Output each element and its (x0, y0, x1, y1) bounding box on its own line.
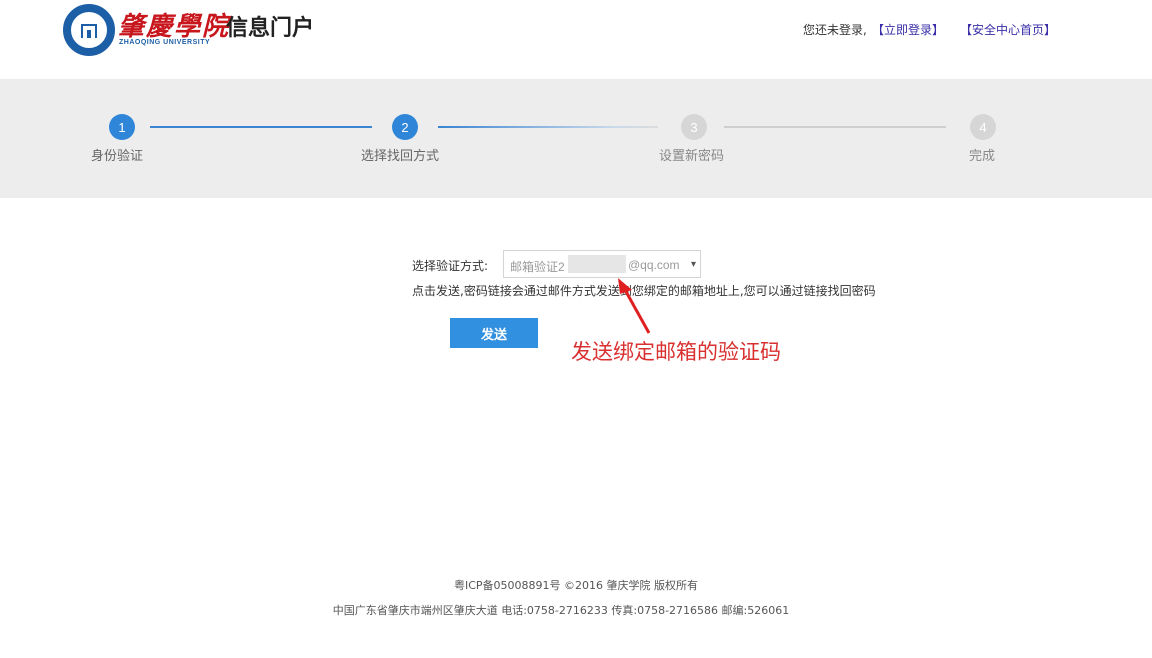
step-2-circle: 2 (392, 114, 418, 140)
verification-method-label: 选择验证方式: (412, 259, 489, 273)
step-connector (724, 126, 946, 128)
step-3-circle: 3 (681, 114, 707, 140)
login-link[interactable]: 【立即登录】 (872, 21, 944, 38)
verification-method-row: 选择验证方式: 邮箱验证2 @qq.com ▾ (0, 250, 1152, 278)
redacted-email-blur (568, 255, 626, 273)
university-logo-icon (63, 4, 115, 56)
select-value-suffix: @qq.com (628, 258, 680, 272)
security-center-home-link[interactable]: 【安全中心首页】 (960, 21, 1056, 38)
step-1-circle: 1 (109, 114, 135, 140)
step-4-label: 完成 (969, 149, 996, 164)
step-connector (150, 126, 372, 128)
brand-name-cn: 肇慶學院 (118, 12, 231, 42)
step-1-label: 身份验证 (91, 149, 144, 164)
select-value-prefix: 邮箱验证2 (510, 260, 565, 274)
annotation-arrow-icon (618, 278, 651, 334)
step-4-circle: 4 (970, 114, 996, 140)
step-2-label: 选择找回方式 (361, 149, 440, 164)
step-3-label: 设置新密码 (659, 149, 725, 164)
login-status-text: 您还未登录, (803, 23, 867, 37)
chevron-down-icon: ▾ (690, 259, 696, 270)
annotation-text: 发送绑定邮箱的验证码 (571, 340, 781, 364)
progress-steps: 1 身份验证 2 选择找回方式 3 设置新密码 4 完成 (0, 79, 1152, 198)
verification-method-select[interactable]: 邮箱验证2 @qq.com ▾ (503, 250, 701, 278)
portal-title: 信息门户 (226, 15, 315, 41)
header: 肇慶學院 ZHAOQING UNIVERSITY 信息门户 您还未登录, 【立即… (0, 0, 1152, 78)
footer-copyright: 粤ICP备05008891号 ©2016 肇庆学院 版权所有 (453, 579, 699, 592)
brand-name-en: ZHAOQING UNIVERSITY (119, 39, 211, 46)
send-button[interactable]: 发送 (450, 318, 538, 348)
footer-address: 中国广东省肇庆市端州区肇庆大道 电话:0758-2716233 传真:0758-… (332, 604, 790, 617)
step-connector (438, 126, 658, 128)
